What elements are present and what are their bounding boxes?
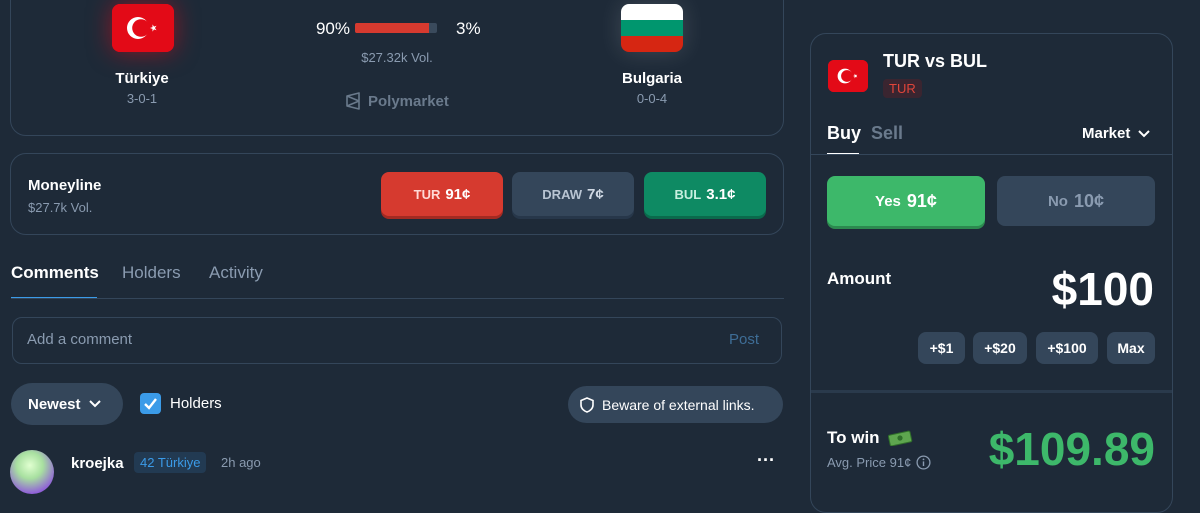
info-icon[interactable] [916,455,931,470]
avg-price: Avg. Price 91¢ [827,455,931,470]
polymarket-icon [346,92,360,110]
tur-outcome-label: TUR [413,186,441,202]
team1-name[interactable]: Türkiye [92,70,192,87]
draw-outcome-label: DRAW [542,186,583,202]
bulgaria-flag-icon [621,4,683,52]
team2-record: 0-0-4 [636,91,668,106]
bul-outcome-price: 3.1¢ [706,185,736,203]
tab-holders[interactable]: Holders [122,263,181,283]
external-links-warning: Beware of external links. [568,386,783,423]
to-win-text: To win [827,428,880,447]
holders-checkbox-label[interactable]: Holders [170,395,222,412]
left-percentage: 90% [315,19,350,38]
polymarket-logo: Polymarket [344,91,449,111]
checkmark-icon [144,398,157,410]
tur-outcome-button[interactable]: TUR 91¢ [381,172,503,216]
comment-timestamp: 2h ago [221,455,261,470]
buy-tab[interactable]: Buy [827,123,861,144]
no-price: 10¢ [1073,190,1105,211]
outcome-tag: TUR [883,79,922,98]
max-button[interactable]: Max [1107,332,1155,364]
team1-record: 3-0-1 [126,91,158,106]
trade-tabs-divider [811,154,1172,155]
to-win-label: To win [827,428,913,448]
sort-dropdown-label: Newest [28,395,81,413]
moneyline-volume: $27.7k Vol. [28,200,93,215]
shield-icon [580,396,594,413]
no-label: No [1047,192,1068,210]
polymarket-label: Polymarket [368,92,449,110]
no-button[interactable]: No 10¢ [997,176,1155,226]
post-button[interactable]: Post [729,331,759,348]
tab-comments[interactable]: Comments [11,263,99,283]
payout-divider [811,390,1172,393]
chevron-down-icon [1138,129,1151,137]
tur-outcome-price: 91¢ [445,185,471,203]
add-100-button[interactable]: +$100 [1036,332,1098,364]
holder-badge: 42 Türkiye [134,452,207,473]
team2-name[interactable]: Bulgaria [602,70,702,87]
amount-value[interactable]: $100 [990,262,1154,316]
chevron-down-icon [88,400,101,408]
bul-outcome-label: BUL [674,186,702,202]
order-type-dropdown[interactable]: Market [1082,125,1151,142]
yes-price: 91¢ [906,190,937,211]
yes-button[interactable]: Yes 91¢ [827,176,985,226]
add-1-button[interactable]: +$1 [918,332,965,364]
warning-label: Beware of external links. [602,396,755,413]
yes-label: Yes [875,192,901,210]
turkey-flag-icon [112,4,174,52]
comment-username[interactable]: kroejka [71,455,124,472]
sort-dropdown[interactable]: Newest [11,383,123,425]
moneyline-title: Moneyline [28,177,102,194]
comment-input-placeholder: Add a comment [27,331,133,348]
draw-outcome-button[interactable]: DRAW 7¢ [512,172,634,216]
add-20-button[interactable]: +$20 [973,332,1027,364]
holders-checkbox[interactable] [140,393,161,414]
draw-outcome-price: 7¢ [587,185,604,203]
amount-label: Amount [827,269,892,288]
match-volume: $27.32k Vol. [361,50,433,65]
turkey-flag-small-icon [828,60,868,92]
more-options-icon[interactable]: ··· [757,450,775,471]
avg-price-text: Avg. Price 91¢ [827,455,912,470]
tabs-divider [11,298,784,299]
sell-tab[interactable]: Sell [871,123,903,144]
money-icon [887,430,912,446]
avatar[interactable] [10,450,54,494]
odds-bar-fill [355,23,429,33]
tab-activity[interactable]: Activity [209,263,263,283]
odds-bar [355,23,437,33]
market-title: TUR vs BUL [883,51,988,71]
payout-value: $109.89 [988,423,1155,475]
bul-outcome-button[interactable]: BUL 3.1¢ [644,172,766,216]
order-type-label: Market [1082,125,1131,142]
right-percentage: 3% [456,19,481,38]
